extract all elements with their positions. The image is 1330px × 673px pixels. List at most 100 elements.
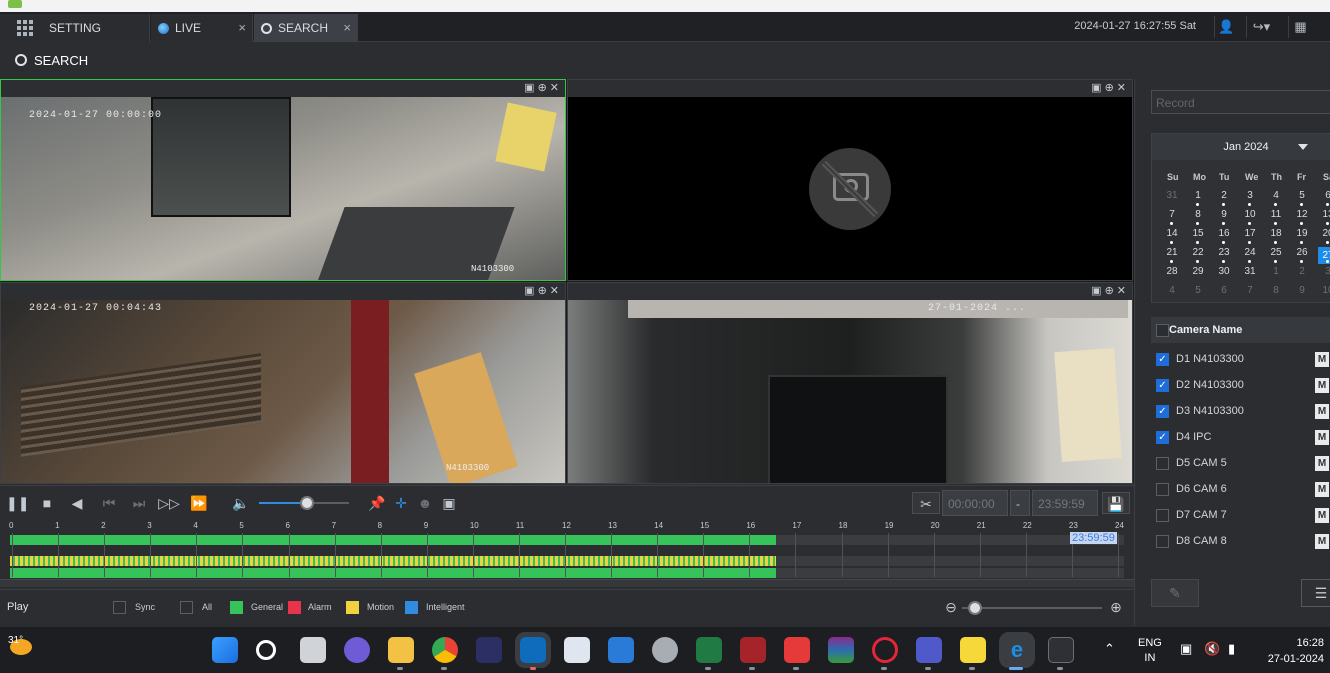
calendar-day[interactable]: 13 [1318, 209, 1330, 225]
smart-search-icon[interactable]: ✛ [390, 492, 412, 514]
teams-icon[interactable] [916, 637, 942, 663]
logout-icon[interactable]: ↪▾ [1246, 16, 1276, 38]
calendar-day[interactable]: 27 [1318, 247, 1330, 264]
camera-main-stream-button[interactable]: M [1315, 456, 1329, 471]
tab-live-close-icon[interactable]: × [238, 20, 246, 35]
calendar-day[interactable]: 4 [1266, 190, 1286, 206]
tab-setting[interactable]: SETTING [0, 14, 150, 42]
calendar-day[interactable]: 17 [1240, 228, 1260, 244]
calendar-day[interactable]: 6 [1318, 190, 1330, 206]
calendar-day[interactable]: 16 [1214, 228, 1234, 244]
calendar-day[interactable]: 18 [1266, 228, 1286, 244]
camera-checkbox[interactable]: ✓ [1156, 431, 1169, 444]
motion-checkbox[interactable] [346, 601, 359, 614]
task-view-icon[interactable] [300, 637, 326, 663]
start-icon[interactable] [212, 637, 238, 663]
camera-main-stream-button[interactable]: M [1315, 534, 1329, 549]
opera-icon[interactable] [872, 637, 898, 663]
camera-list-item[interactable]: D5 CAM 5 M [1151, 450, 1330, 476]
camera-main-stream-button[interactable]: M [1315, 430, 1329, 445]
volume-slider-handle[interactable] [300, 496, 314, 510]
calendar-day[interactable]: 12 [1292, 209, 1312, 225]
camera-checkbox[interactable] [1156, 457, 1169, 470]
calendar-day[interactable]: 1 [1188, 190, 1208, 206]
alarm-checkbox[interactable] [288, 601, 301, 614]
previous-frame-icon[interactable]: ⏮ [98, 492, 120, 514]
calendar-day[interactable]: 24 [1240, 247, 1260, 263]
save-clip-icon[interactable]: 💾 [1102, 492, 1130, 514]
calendar-day[interactable]: 25 [1266, 247, 1286, 263]
camera-main-stream-button[interactable]: M [1315, 404, 1329, 419]
language-indicator[interactable]: ENG IN [1138, 636, 1162, 666]
timeline-scrollbar[interactable] [0, 579, 1134, 587]
camera-list-item[interactable]: D6 CAM 6 M [1151, 476, 1330, 502]
calendar-day[interactable]: 26 [1292, 247, 1312, 263]
camera-list-item[interactable]: ✓ D3 N4103300 M [1151, 398, 1330, 424]
search-icon[interactable] [256, 640, 276, 660]
anydesk-icon[interactable] [784, 637, 810, 663]
calendar-day[interactable]: 8 [1266, 285, 1286, 296]
internet-explorer-icon[interactable]: e [999, 632, 1035, 668]
fast-forward-icon[interactable]: ⏩ [188, 492, 210, 514]
next-frame-icon[interactable]: ⏭ [128, 492, 150, 514]
sticky-notes-icon[interactable] [960, 637, 986, 663]
clip-start-time[interactable]: 00:00:00 [942, 490, 1008, 516]
calendar-day[interactable]: 2 [1214, 190, 1234, 206]
layout-icon[interactable]: ▦ [1288, 16, 1312, 38]
calendar-day[interactable]: 7 [1240, 285, 1260, 296]
timeline-track-2[interactable] [10, 556, 1124, 566]
terminal-icon[interactable] [1048, 637, 1074, 663]
timeline-track-3[interactable] [10, 568, 1124, 578]
calendar-day[interactable]: 30 [1214, 266, 1234, 277]
camera-main-stream-button[interactable]: M [1315, 352, 1329, 367]
calendar-day[interactable]: 3 [1240, 190, 1260, 206]
app-panel-icon[interactable] [608, 637, 634, 663]
calendar-day[interactable]: 8 [1188, 209, 1208, 225]
step-forward-icon[interactable]: ▷▷ [158, 492, 180, 514]
camera-checkbox[interactable] [1156, 509, 1169, 522]
sidebar-disabled-button[interactable]: ✎ [1151, 579, 1199, 607]
outlook-icon[interactable] [515, 632, 551, 668]
calendar-day[interactable]: 5 [1188, 285, 1208, 296]
excel-icon[interactable] [696, 637, 722, 663]
camera-main-stream-button[interactable]: M [1315, 508, 1329, 523]
select-all-cameras-checkbox[interactable] [1156, 324, 1169, 337]
general-checkbox[interactable] [230, 601, 243, 614]
zoom-out-icon[interactable]: ⊖ [940, 596, 962, 618]
menu-grid-icon[interactable] [17, 20, 33, 36]
camera-checkbox[interactable] [1156, 483, 1169, 496]
record-type-select[interactable]: Record [1151, 90, 1330, 114]
calendar-day[interactable]: 9 [1292, 285, 1312, 296]
speaker-muted-icon[interactable]: 🔇 [1204, 641, 1220, 657]
calendar-day[interactable]: 19 [1292, 228, 1312, 244]
camera-list-item[interactable]: ✓ D4 IPC M [1151, 424, 1330, 450]
camera-list-item[interactable]: ✓ D1 N4103300 M [1151, 346, 1330, 372]
calendar-day[interactable]: 22 [1188, 247, 1208, 263]
intelligent-checkbox[interactable] [405, 601, 418, 614]
stop-icon[interactable]: ■ [36, 492, 58, 514]
calendar-day[interactable]: 20 [1318, 228, 1330, 244]
chrome-icon[interactable] [432, 637, 458, 663]
camera-checkbox[interactable]: ✓ [1156, 353, 1169, 366]
calendar-day[interactable]: 23 [1214, 247, 1234, 263]
calendar-dropdown-icon[interactable] [1298, 144, 1308, 150]
timeline-zoom-handle[interactable] [968, 601, 982, 615]
timeline[interactable]: 0 1 2 3 4 5 6 7 8 9 10 11 12 13 14 15 16 17 18 19 20 21 22 23 24… [0, 519, 1134, 589]
user-icon[interactable]: 👤 [1214, 16, 1238, 38]
calendar-day[interactable]: 7 [1162, 209, 1182, 225]
camera-list-item[interactable]: D7 CAM 7 M [1151, 502, 1330, 528]
tally-icon[interactable] [476, 637, 502, 663]
video-pane-2[interactable]: ▣⊕✕ [567, 79, 1133, 281]
calendar-day[interactable]: 4 [1162, 285, 1182, 296]
timeline-zoom-slider[interactable] [962, 607, 1102, 609]
calendar-day[interactable]: 21 [1162, 247, 1182, 263]
calendar-day[interactable]: 31 [1162, 190, 1182, 201]
person-search-icon[interactable]: ☻ [414, 492, 436, 514]
taskbar-clock[interactable]: 16:28 27-01-2024 [1258, 635, 1324, 667]
calendar-day[interactable]: 14 [1162, 228, 1182, 244]
pause-icon[interactable]: ❚❚ [6, 492, 29, 514]
settings-gear-icon[interactable] [652, 637, 678, 663]
camera-list-item[interactable]: ✓ D2 N4103300 M [1151, 372, 1330, 398]
tab-live[interactable]: LIVE × [151, 14, 253, 42]
chevron-up-icon[interactable]: ⌃ [1104, 641, 1115, 657]
